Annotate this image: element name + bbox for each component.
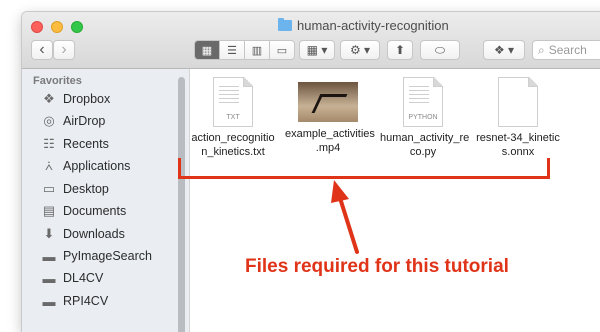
annotation-caption: Files required for this tutorial [245, 256, 509, 277]
